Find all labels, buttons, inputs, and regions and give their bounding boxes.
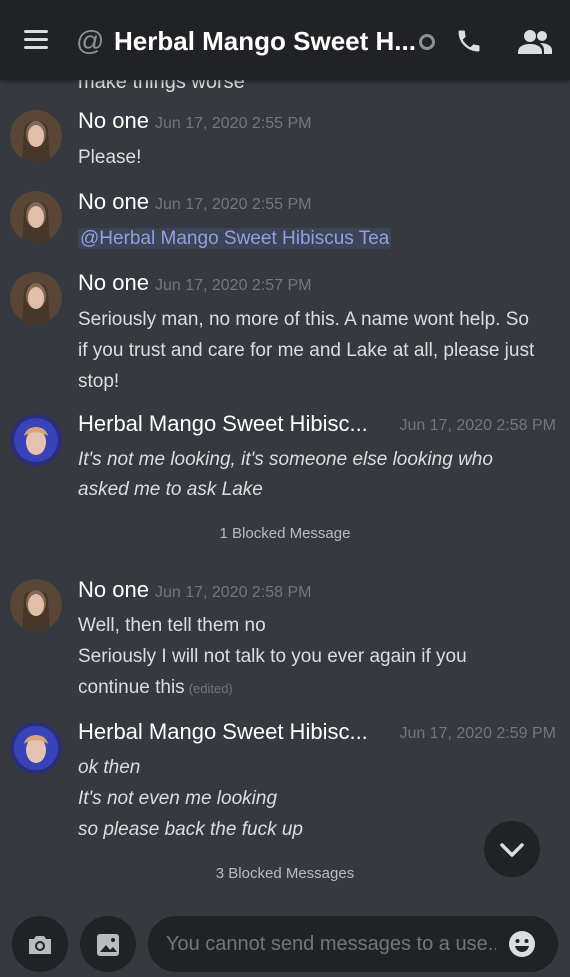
message-text: Seriously I will not talk to you ever ag… bbox=[78, 646, 467, 667]
avatar-no-one[interactable] bbox=[10, 191, 62, 243]
message-text: Well, then tell them no bbox=[78, 615, 266, 636]
message-header: Herbal Mango Sweet Hibisc... bbox=[78, 719, 368, 745]
chevron-down-icon bbox=[500, 843, 524, 857]
message-text: if you trust and care for me and Lake at… bbox=[78, 340, 535, 361]
author-name[interactable]: No one bbox=[78, 577, 149, 602]
timestamp: Jun 17, 2020 2:57 PM bbox=[154, 277, 312, 294]
avatar-herbal-mango[interactable] bbox=[10, 414, 62, 466]
at-icon: @ bbox=[76, 25, 105, 56]
timestamp: Jun 17, 2020 2:55 PM bbox=[154, 115, 312, 132]
timestamp: Jun 17, 2020 2:59 PM bbox=[399, 725, 556, 742]
author-name[interactable]: No one bbox=[78, 108, 149, 133]
message-input-box bbox=[148, 916, 558, 972]
channel-header: @ Herbal Mango Sweet H... bbox=[0, 0, 570, 80]
message-text: asked me to ask Lake bbox=[78, 479, 263, 500]
message-text: stop! bbox=[78, 371, 120, 392]
message-text: continue this bbox=[78, 677, 185, 698]
phone-call-icon[interactable] bbox=[455, 27, 483, 55]
message-text: Please! bbox=[78, 147, 142, 168]
avatar-no-one[interactable] bbox=[10, 272, 62, 324]
message-text: Seriously man, no more of this. A name w… bbox=[78, 309, 529, 330]
avatar-no-one[interactable] bbox=[10, 110, 62, 162]
timestamp: Jun 17, 2020 2:55 PM bbox=[154, 196, 312, 213]
message-composer bbox=[0, 910, 570, 972]
camera-icon bbox=[29, 936, 51, 954]
timestamp: Jun 17, 2020 2:58 PM bbox=[154, 584, 312, 601]
camera-button[interactable] bbox=[12, 916, 68, 972]
message-text: so please back the fuck up bbox=[78, 819, 303, 840]
members-icon[interactable] bbox=[518, 28, 552, 54]
message-header: No one Jun 17, 2020 2:55 PM bbox=[78, 189, 312, 215]
avatar-no-one[interactable] bbox=[10, 579, 62, 631]
user-mention[interactable]: @Herbal Mango Sweet Hibiscus Tea bbox=[78, 228, 392, 249]
emoji-icon[interactable] bbox=[508, 930, 536, 958]
author-name[interactable]: No one bbox=[78, 189, 149, 214]
image-picker-button[interactable] bbox=[80, 916, 136, 972]
avatar-herbal-mango[interactable] bbox=[10, 722, 62, 774]
author-name[interactable]: No one bbox=[78, 270, 149, 295]
message-text: ok then bbox=[78, 757, 141, 778]
message-text: It's not even me looking bbox=[78, 788, 278, 809]
channel-title[interactable]: Herbal Mango Sweet H... bbox=[114, 24, 416, 58]
author-name[interactable]: Herbal Mango Sweet Hibisc... bbox=[78, 719, 368, 744]
message-text: @Herbal Mango Sweet Hibiscus Tea bbox=[78, 224, 392, 254]
message-list[interactable]: make things worse No one Jun 17, 2020 2:5… bbox=[0, 80, 570, 910]
cutoff-message-text: make things worse bbox=[78, 80, 245, 93]
image-icon bbox=[97, 934, 119, 956]
jump-to-bottom-button[interactable] bbox=[484, 821, 540, 877]
message-text: It's not me looking, it's someone else l… bbox=[78, 449, 493, 470]
message-input[interactable] bbox=[164, 928, 498, 960]
menu-icon[interactable] bbox=[24, 30, 48, 50]
blocked-messages-toggle[interactable]: 1 Blocked Message bbox=[0, 525, 570, 542]
author-name[interactable]: Herbal Mango Sweet Hibisc... bbox=[78, 411, 368, 436]
edited-label: (edited) bbox=[188, 681, 233, 696]
message-header: No one Jun 17, 2020 2:58 PM bbox=[78, 577, 312, 603]
message-header: No one Jun 17, 2020 2:57 PM bbox=[78, 270, 312, 296]
status-offline-icon bbox=[419, 34, 435, 50]
message-header: No one Jun 17, 2020 2:55 PM bbox=[78, 108, 312, 134]
message-text-edited: continue this (edited) bbox=[78, 673, 233, 704]
timestamp: Jun 17, 2020 2:58 PM bbox=[399, 417, 556, 434]
message-header: Herbal Mango Sweet Hibisc... bbox=[78, 411, 368, 437]
